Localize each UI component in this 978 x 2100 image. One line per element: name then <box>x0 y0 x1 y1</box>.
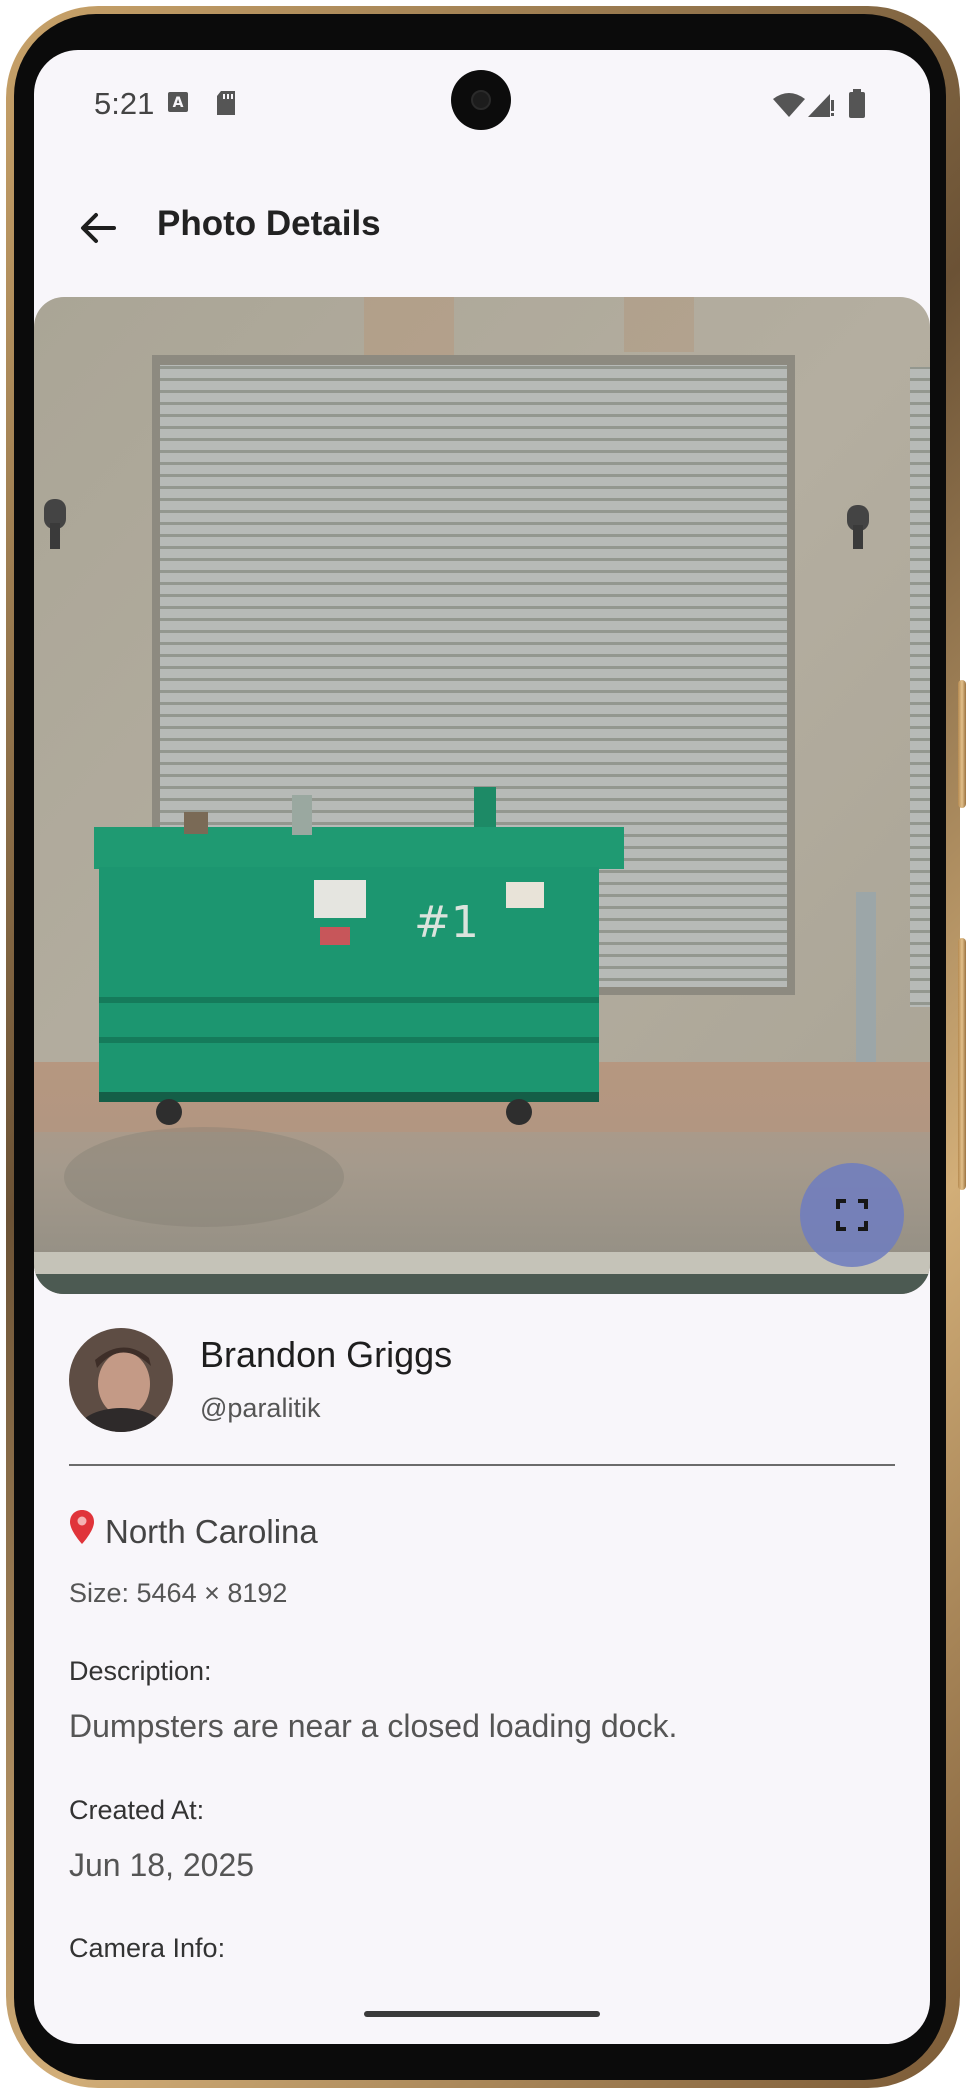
volume-button <box>958 680 966 808</box>
wifi-icon <box>773 93 805 117</box>
photo-image[interactable]: #1 <box>34 297 930 1294</box>
notification-a-icon: A <box>168 92 188 112</box>
fullscreen-button[interactable] <box>800 1163 904 1267</box>
description-text: Dumpsters are near a closed loading dock… <box>69 1708 678 1744</box>
front-camera <box>451 70 511 130</box>
photo-size: Size: 5464 × 8192 <box>69 1578 288 1608</box>
back-button[interactable] <box>70 200 126 256</box>
location-row: North Carolina <box>69 1509 318 1551</box>
home-indicator[interactable] <box>364 2011 600 2017</box>
author-name[interactable]: Brandon Griggs <box>200 1334 452 1376</box>
svg-text:A: A <box>173 95 184 111</box>
avatar-image <box>69 1328 173 1432</box>
location-pin-icon <box>70 1510 94 1544</box>
sd-card-icon <box>217 91 235 115</box>
phone-screen: 5:21 A Photo Details #1 Brandon Griggs @… <box>34 50 930 2044</box>
signal-icon <box>808 94 834 117</box>
location-text: North Carolina <box>105 1513 318 1550</box>
author-handle: @paralitik <box>200 1393 321 1423</box>
avatar[interactable] <box>69 1328 173 1432</box>
fullscreen-icon <box>836 1199 868 1231</box>
power-button <box>958 938 966 1190</box>
divider <box>69 1464 895 1466</box>
camera-info-label: Camera Info: <box>69 1933 226 1963</box>
created-at-label: Created At: <box>69 1795 205 1825</box>
description-label: Description: <box>69 1656 212 1686</box>
svg-text:#1: #1 <box>414 897 479 948</box>
battery-icon <box>849 89 865 118</box>
created-at-value: Jun 18, 2025 <box>69 1847 255 1883</box>
status-time: 5:21 <box>94 86 155 121</box>
arrow-back-icon <box>81 213 116 243</box>
photo-illustration: #1 <box>34 297 930 1294</box>
page-title: Photo Details <box>157 204 381 243</box>
